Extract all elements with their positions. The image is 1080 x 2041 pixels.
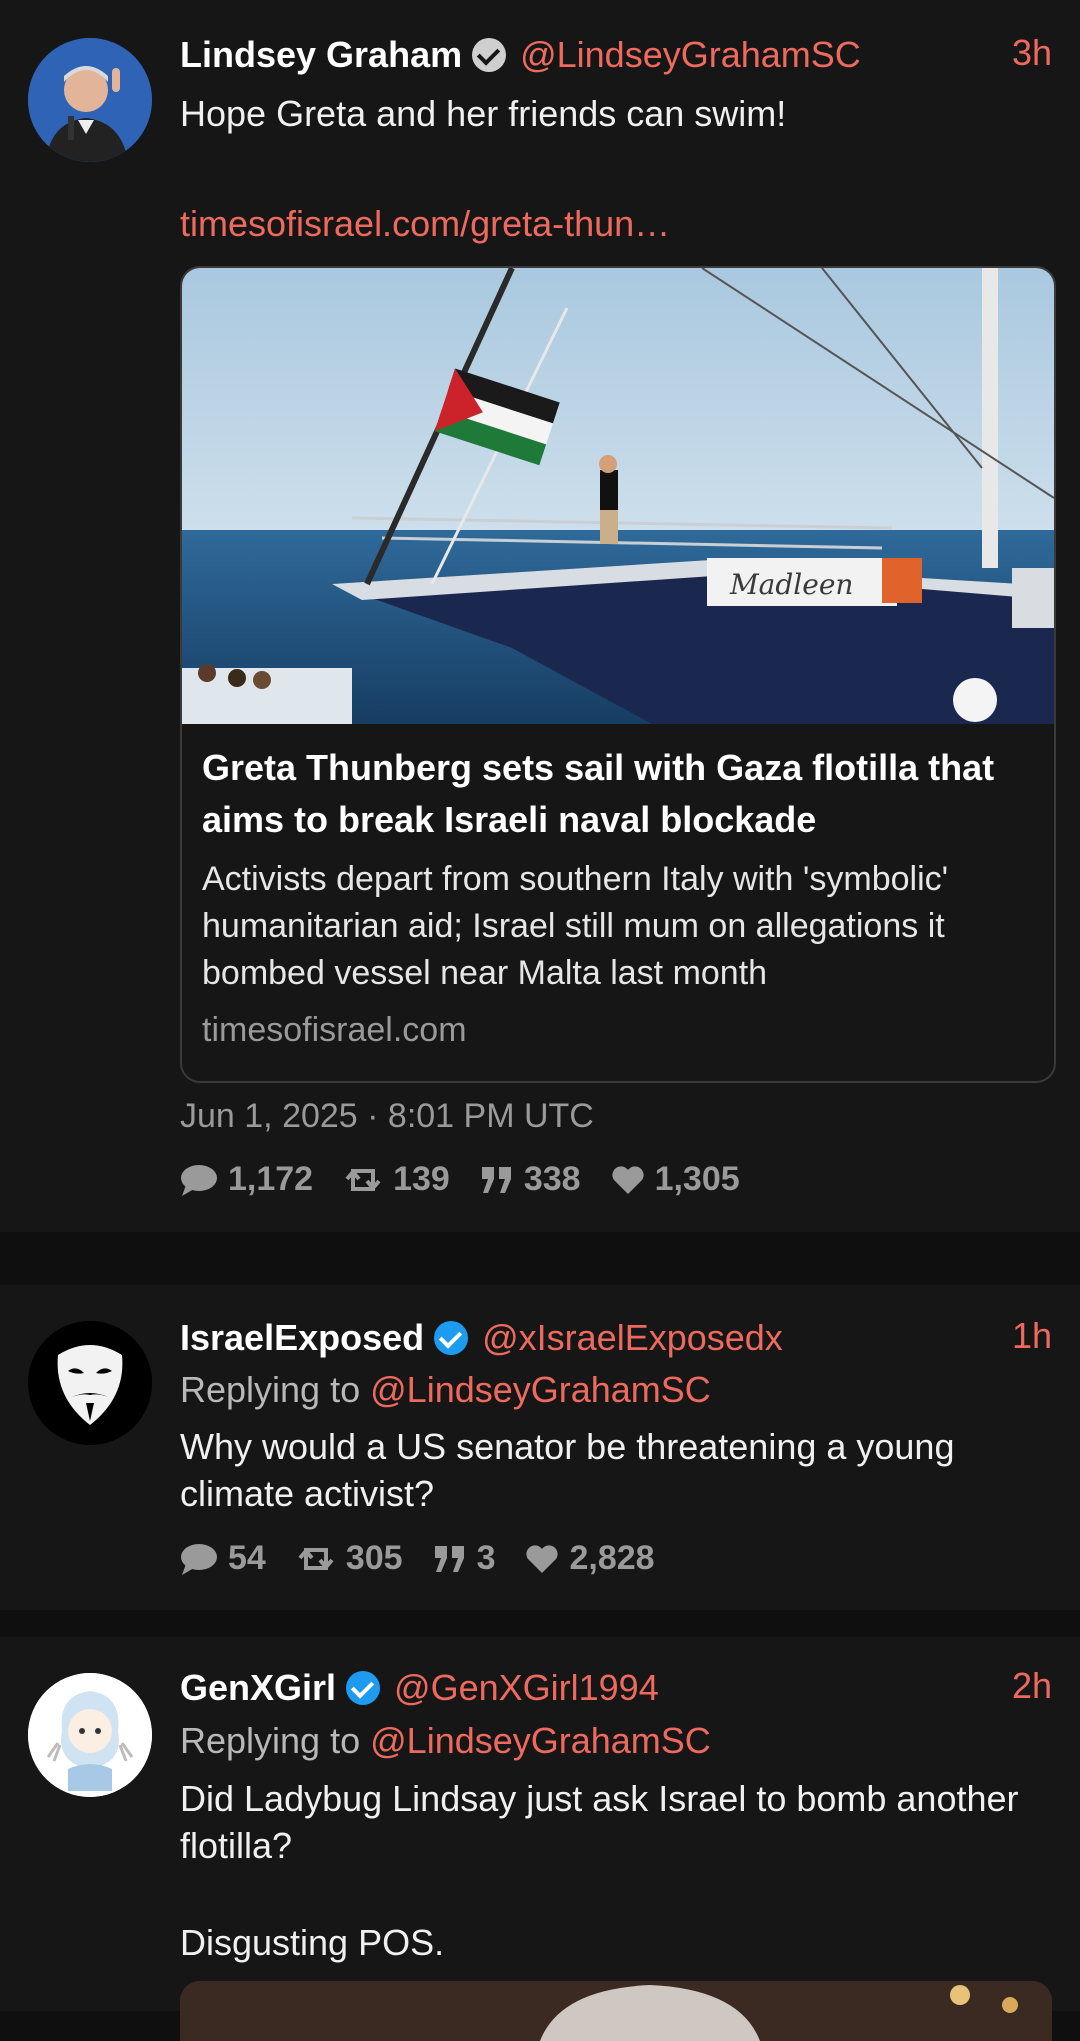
reply-count: 1,172 (228, 1160, 314, 1198)
display-name[interactable]: GenXGirl (180, 1667, 336, 1709)
retweet-icon (298, 1547, 334, 1570)
avatar[interactable] (28, 38, 152, 162)
heart-icon (611, 1165, 644, 1194)
retweet-stat[interactable]: 139 (343, 1160, 450, 1199)
quote-stat[interactable]: 338 (480, 1160, 581, 1199)
verified-blue-icon (346, 1671, 381, 1705)
tweet-header: Lindsey Graham @LindseyGrahamSC (180, 32, 861, 78)
replying-to-handle[interactable]: @LindseyGrahamSC (370, 1720, 711, 1761)
tweet-text: Did Ladybug Lindsay just ask Israel to b… (180, 1778, 1019, 1866)
card-title[interactable]: Greta Thunberg sets sail with Gaza floti… (182, 724, 1054, 846)
display-name[interactable]: IsraelExposed (180, 1317, 424, 1359)
retweet-icon (345, 1168, 381, 1191)
like-count: 1,305 (654, 1160, 740, 1198)
replying-label: Replying to (180, 1369, 361, 1410)
quote-count: 3 (476, 1539, 496, 1577)
avatar[interactable] (28, 1321, 152, 1445)
replying-to-handle[interactable]: @LindseyGrahamSC (370, 1369, 711, 1410)
boat-name-text: Madleen (729, 568, 853, 601)
tweet-time[interactable]: 1h (1012, 1315, 1052, 1357)
reply-stat[interactable]: 1,172 (180, 1160, 313, 1199)
heart-icon (526, 1544, 559, 1573)
attached-image[interactable] (180, 1981, 1052, 2041)
verified-gray-icon (472, 38, 507, 72)
replying-to: Replying to @LindseyGrahamSC (180, 1720, 711, 1762)
tweet-israelexposed[interactable]: IsraelExposed @xIsraelExposedx 1h Replyi… (0, 1285, 1080, 1610)
tweet-text: Why would a US senator be threatening a … (180, 1426, 955, 1514)
tweet-text: Hope Greta and her friends can swim! (180, 93, 787, 134)
quote-icon (481, 1166, 511, 1193)
avatar[interactable] (28, 1673, 152, 1797)
retweet-stat[interactable]: 305 (296, 1539, 403, 1578)
tweet-time[interactable]: 2h (1012, 1665, 1052, 1707)
comment-icon (181, 1543, 217, 1575)
tweet-date[interactable]: Jun 1, 2025 · 8:01 PM UTC (180, 1097, 594, 1136)
tweet-lindsey-graham[interactable]: Lindsey Graham @LindseyGrahamSC 3h Hope … (0, 0, 1080, 1232)
tweet-time[interactable]: 3h (1012, 32, 1052, 74)
quote-stat[interactable]: 3 (433, 1539, 496, 1578)
tweet-header: IsraelExposed @xIsraelExposedx (180, 1315, 783, 1361)
user-handle[interactable]: @GenXGirl1994 (394, 1667, 659, 1709)
tweet-stats: 54 305 3 2,828 (180, 1539, 685, 1578)
card-description: Activists depart from southern Italy wit… (202, 860, 949, 992)
quote-count: 338 (523, 1160, 581, 1198)
reply-count: 54 (228, 1539, 266, 1577)
attached-photo-icon (180, 1981, 1052, 2041)
link-card[interactable]: Madleen Greta Thunberg sets sail with Ga… (180, 266, 1056, 1083)
quote-icon (434, 1545, 464, 1572)
tweet-stats: 1,172 139 338 1,305 (180, 1160, 770, 1199)
tweet-header: GenXGirl @GenXGirl1994 (180, 1665, 659, 1711)
tweet-link[interactable]: timesofisrael.com/greta-thun… (180, 200, 1052, 247)
replying-label: Replying to (180, 1720, 361, 1761)
cartoon-avatar-icon (28, 1673, 152, 1797)
tweet-text-second: Disgusting POS. (180, 1922, 445, 1963)
replying-to: Replying to @LindseyGrahamSC (180, 1369, 711, 1411)
retweet-count: 305 (345, 1539, 403, 1577)
avatar-photo-icon (28, 38, 152, 162)
user-handle[interactable]: @LindseyGrahamSC (520, 34, 861, 76)
retweet-count: 139 (393, 1160, 450, 1198)
anonymous-mask-icon (28, 1321, 152, 1445)
user-handle[interactable]: @xIsraelExposedx (482, 1317, 783, 1359)
comment-icon (181, 1164, 217, 1196)
card-image: Madleen (182, 268, 1054, 724)
verified-blue-icon (434, 1321, 469, 1355)
reply-stat[interactable]: 54 (180, 1539, 266, 1578)
display-name[interactable]: Lindsey Graham (180, 34, 462, 76)
card-domain: timesofisrael.com (202, 1011, 467, 1049)
tweet-genxgirl[interactable]: GenXGirl @GenXGirl1994 2h Replying to @L… (0, 1637, 1080, 2041)
like-stat[interactable]: 2,828 (525, 1539, 655, 1578)
like-count: 2,828 (569, 1539, 655, 1577)
like-stat[interactable]: 1,305 (611, 1160, 740, 1199)
